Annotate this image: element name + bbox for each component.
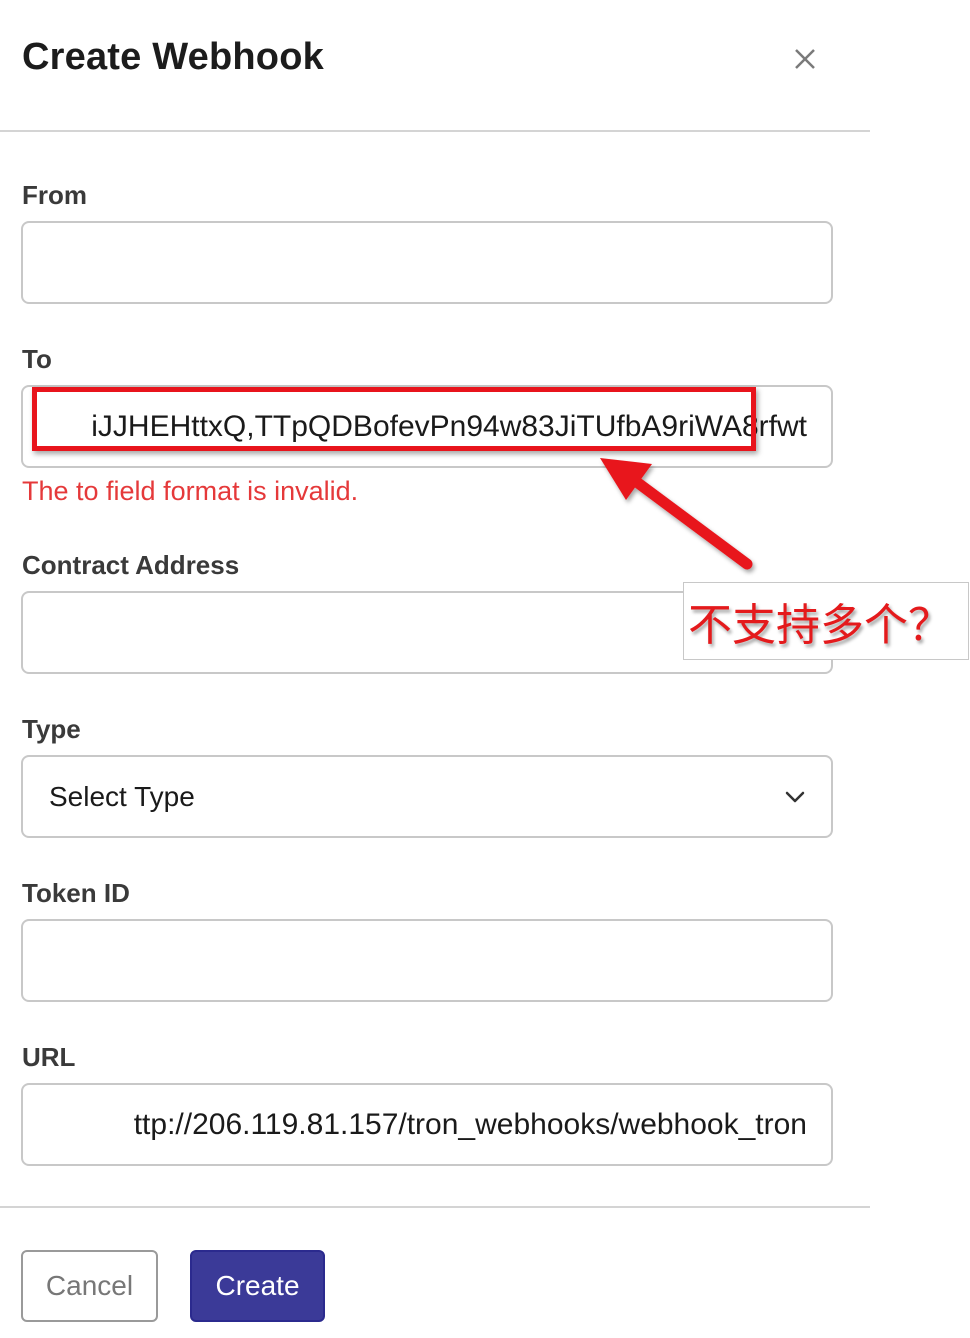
token-id-label: Token ID [22, 878, 130, 908]
create-button[interactable]: Create [190, 1250, 325, 1322]
header-divider [0, 130, 870, 132]
from-input[interactable] [23, 223, 831, 302]
create-webhook-dialog: Create Webhook From To iJJHEHttxQ,TTpQDB… [0, 0, 870, 1338]
footer-divider [0, 1206, 870, 1208]
url-label: URL [22, 1042, 76, 1072]
annotation-note: 不支持多个？ [683, 582, 969, 660]
cancel-button[interactable]: Cancel [21, 1250, 158, 1322]
chevron-down-icon [785, 791, 805, 803]
type-label: Type [22, 714, 81, 744]
token-id-field[interactable] [21, 919, 833, 1002]
to-label: To [22, 344, 52, 374]
dialog-title: Create Webhook [22, 36, 324, 78]
annotation-arrow [600, 458, 753, 570]
from-label: From [22, 180, 87, 210]
close-icon[interactable] [788, 42, 822, 76]
type-select[interactable]: Select Type [21, 755, 833, 838]
url-field[interactable]: ttp://206.119.81.157/tron_webhooks/webho… [21, 1083, 833, 1166]
url-input-value[interactable]: ttp://206.119.81.157/tron_webhooks/webho… [134, 1085, 807, 1164]
contract-address-label: Contract Address [22, 550, 240, 580]
annotation-highlight-box [32, 387, 756, 451]
from-field[interactable] [21, 221, 833, 304]
token-id-input[interactable] [23, 921, 831, 1000]
to-error-message: The to field format is invalid. [22, 476, 359, 506]
type-selected-value: Select Type [49, 780, 195, 812]
